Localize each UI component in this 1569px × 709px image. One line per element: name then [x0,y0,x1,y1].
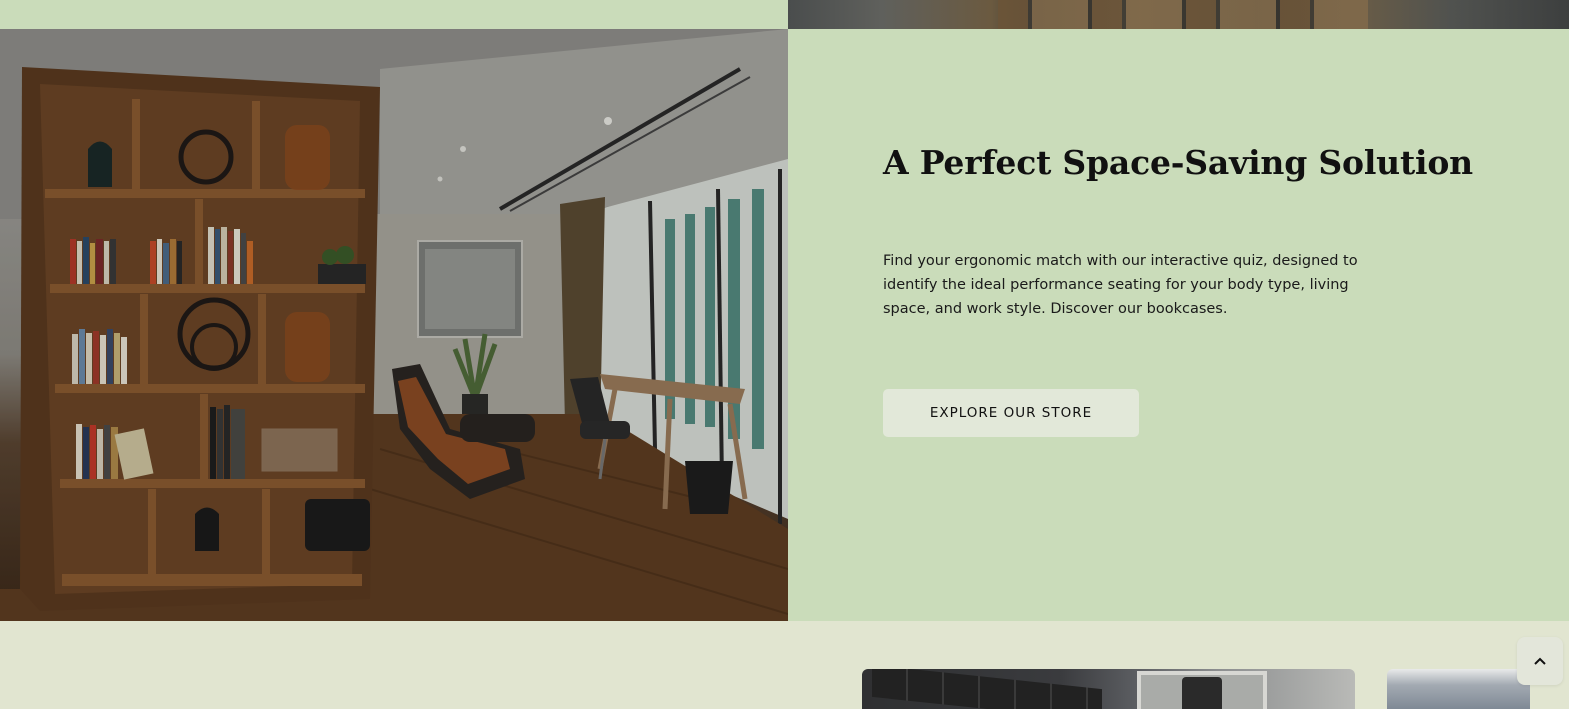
chevron-up-icon [1534,654,1546,669]
office-bookcase-image [0,29,788,621]
feature-section: A Perfect Space-Saving Solution Find you… [0,29,1569,621]
pendant-lamp-visual [1182,677,1222,709]
storage-boxes-visual [872,669,1102,709]
product-card-image[interactable] [862,669,1355,709]
feature-title: A Perfect Space-Saving Solution [883,143,1473,182]
product-card-image[interactable] [1387,669,1530,709]
products-section [0,621,1569,709]
explore-store-button[interactable]: EXPLORE OUR STORE [883,389,1139,437]
scroll-to-top-button[interactable] [1517,637,1563,685]
feature-description: Find your ergonomic match with our inter… [883,253,1358,317]
top-section-image [788,0,1569,29]
